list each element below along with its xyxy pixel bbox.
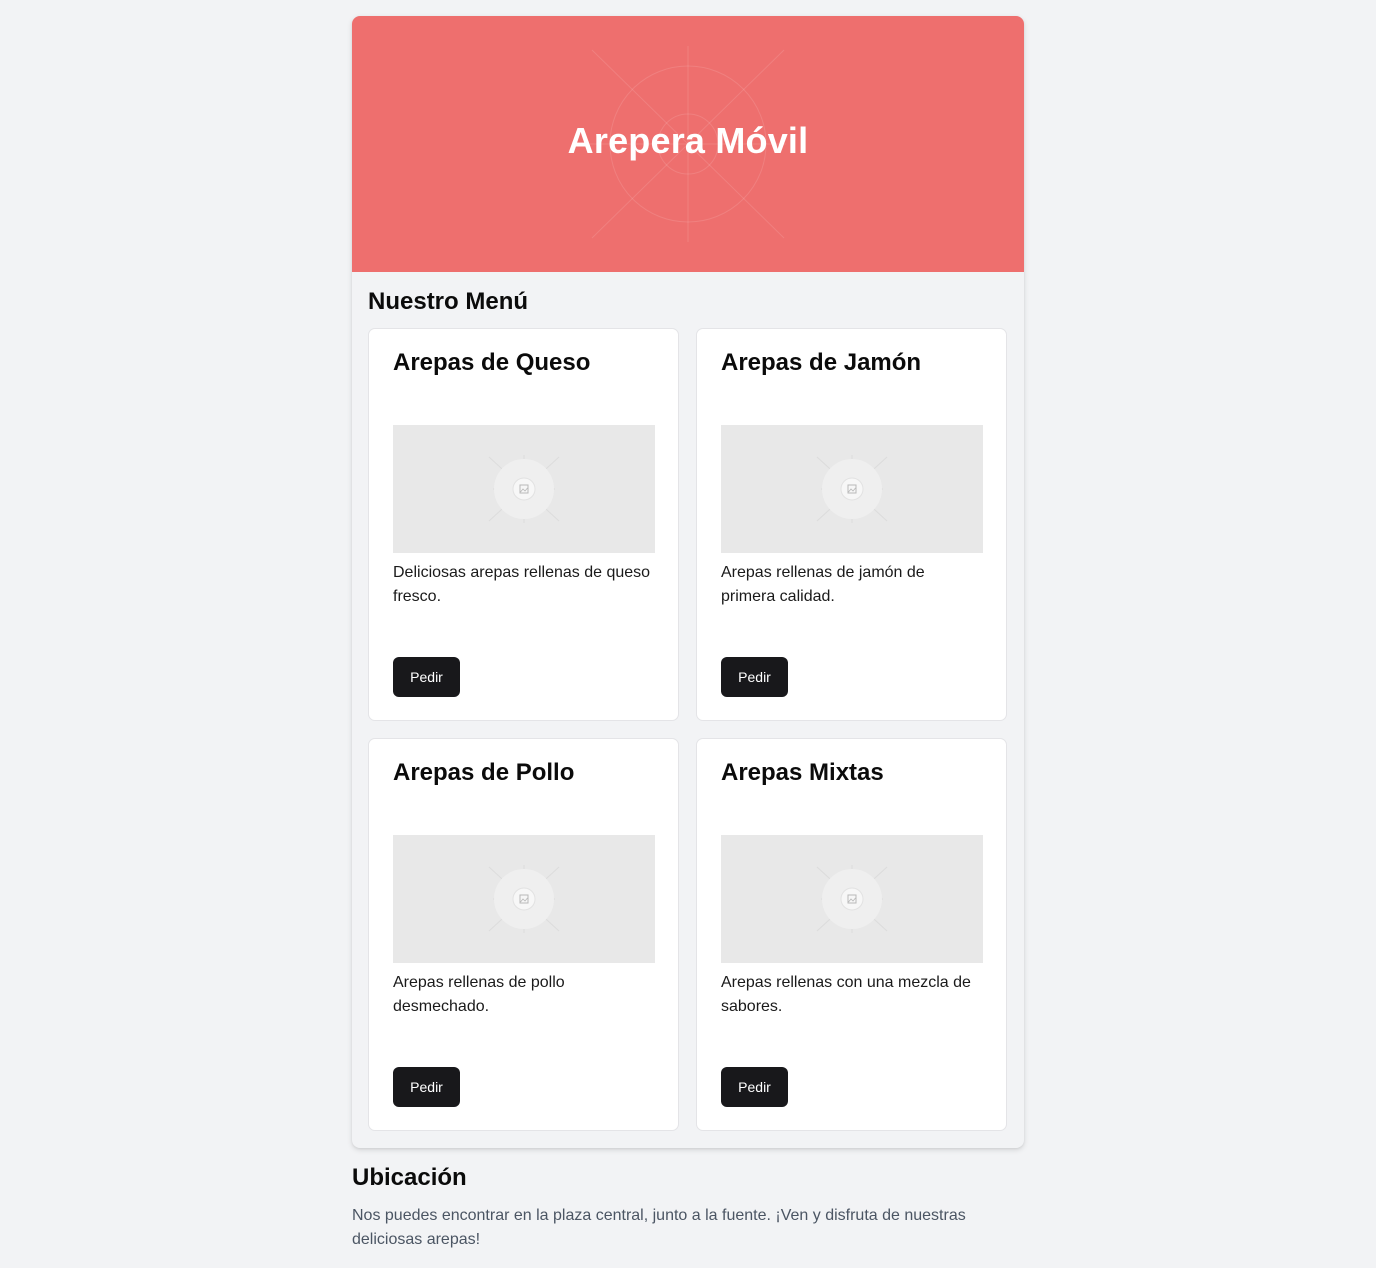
menu-item-image: [721, 425, 983, 553]
menu-item-name: Arepas de Pollo: [393, 759, 575, 786]
location-description: Nos puedes encontrar en la plaza central…: [352, 1207, 966, 1248]
location-title: Ubicación: [352, 1164, 467, 1191]
order-button[interactable]: Pedir: [721, 1067, 788, 1107]
image-placeholder-icon: [488, 455, 560, 523]
hero-banner: Arepera Móvil: [352, 16, 1024, 272]
menu-item-description: Arepas rellenas de pollo desmechado.: [393, 974, 565, 1015]
menu-item-description: Deliciosas arepas rellenas de queso fres…: [393, 564, 651, 605]
menu-item-description: Arepas rellenas de jamón de primera cali…: [721, 564, 925, 605]
menu-item-image: [393, 835, 655, 963]
order-button[interactable]: Pedir: [721, 657, 788, 697]
order-button[interactable]: Pedir: [393, 657, 460, 697]
menu-item-image: [393, 425, 655, 553]
menu-item-card: Arepas de Jamón Arepas rellenas de jamón…: [696, 328, 1007, 721]
menu-item-image: [721, 835, 983, 963]
main-card: Arepera Móvil Nuestro Menú Arepas de Que…: [352, 16, 1024, 1148]
menu-item-card: Arepas de Queso Deliciosas arepas rellen…: [368, 328, 679, 721]
menu-item-card: Arepas Mixtas Arepas rellenas con una me…: [696, 738, 1007, 1131]
menu-item-name: Arepas Mixtas: [721, 759, 884, 786]
site-title: Arepera Móvil: [567, 120, 809, 161]
image-placeholder-icon: [816, 455, 888, 523]
menu-item-card: Arepas de Pollo Arepas rellenas de pollo…: [368, 738, 679, 1131]
image-placeholder-icon: [488, 865, 560, 933]
menu-item-description: Arepas rellenas con una mezcla de sabore…: [721, 974, 971, 1015]
order-button[interactable]: Pedir: [393, 1067, 460, 1107]
menu-item-name: Arepas de Jamón: [721, 349, 922, 376]
menu-item-name: Arepas de Queso: [393, 349, 591, 376]
image-placeholder-icon: [816, 865, 888, 933]
menu-section-title: Nuestro Menú: [368, 288, 529, 315]
